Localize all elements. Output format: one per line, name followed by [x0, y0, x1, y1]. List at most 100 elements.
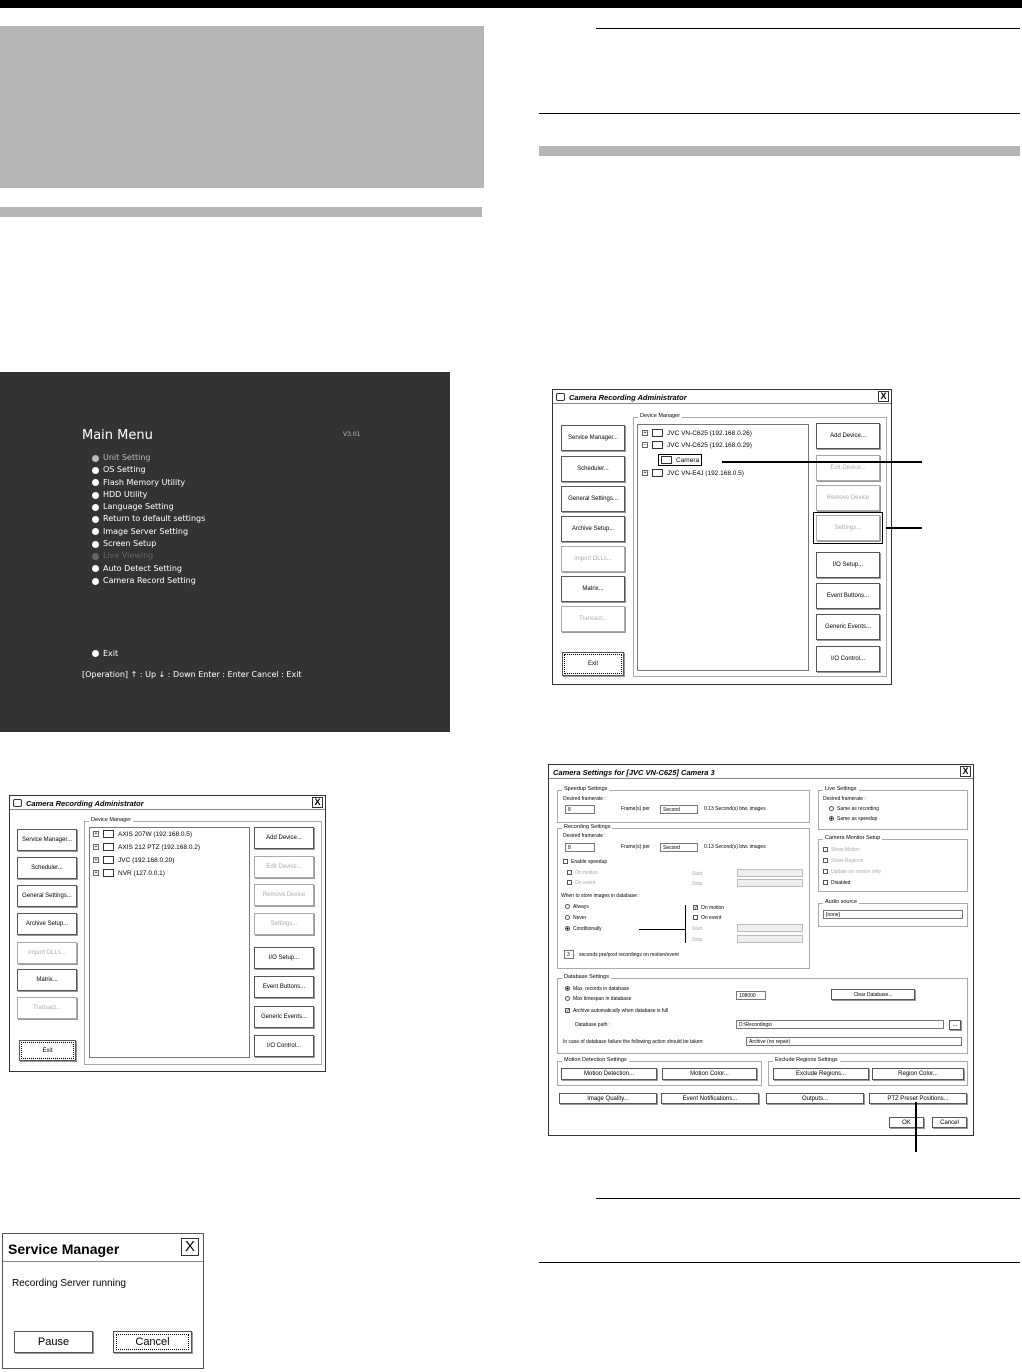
audio-source-select[interactable]: [none] — [823, 910, 963, 919]
menu-item[interactable]: HDD Utility — [92, 489, 205, 501]
close-icon[interactable]: X — [181, 1238, 199, 1256]
menu-item[interactable]: Camera Record Setting — [92, 575, 205, 587]
tree-item[interactable]: JVC VN-C625 (192.168.0.29) — [667, 442, 752, 449]
region-color-button[interactable]: Region Color... — [872, 1068, 964, 1080]
expand-icon: + — [642, 430, 648, 436]
archive-setup-button[interactable]: Archive Setup... — [17, 913, 77, 935]
tree-item[interactable]: JVC VN-C625 (192.168.0.26) — [667, 430, 752, 437]
label: Desired framerate : — [823, 796, 866, 802]
camera-icon — [661, 456, 672, 464]
on-motion-checkbox-cond[interactable]: ✓ On motion — [693, 905, 724, 911]
pre-post-seconds-input[interactable]: 3 — [564, 950, 574, 959]
close-icon[interactable]: X — [960, 766, 971, 777]
cancel-button[interactable]: Cancel — [113, 1331, 192, 1353]
max-records-radio[interactable]: Max. records in database — [565, 986, 629, 992]
pause-button[interactable]: Pause — [14, 1331, 93, 1353]
section-header-box — [0, 26, 484, 188]
camera-icon — [652, 429, 663, 437]
remove-device-button: Remove Device — [816, 485, 880, 511]
max-timespan-radio[interactable]: Max timespan in database — [565, 996, 631, 1002]
bullet-icon — [92, 503, 99, 511]
clear-database-button[interactable]: Clear Database... — [831, 989, 915, 1000]
generic-events-button[interactable]: Generic Events... — [816, 614, 880, 640]
archive-setup-button[interactable]: Archive Setup... — [561, 516, 625, 542]
ptz-preset-positions-button[interactable]: PTZ Preset Positions... — [869, 1093, 967, 1104]
menu-item[interactable]: Flash Memory Utility — [92, 477, 205, 489]
io-setup-button[interactable]: I/O Setup... — [816, 552, 880, 578]
matrix-button[interactable]: Matrix... — [17, 969, 77, 991]
io-control-button[interactable]: I/O Control... — [254, 1035, 314, 1057]
app-icon — [556, 393, 565, 401]
same-as-recording-radio[interactable]: Same as recording — [829, 806, 879, 812]
menu-item[interactable]: Image Server Setting — [92, 526, 205, 538]
scheduler-button[interactable]: Scheduler... — [17, 857, 77, 879]
disabled-checkbox[interactable]: Disabled — [823, 880, 850, 886]
on-event-checkbox-cond[interactable]: On event — [693, 915, 721, 921]
tree-item[interactable]: JVC VN-E4J (192.168.0.5) — [667, 470, 744, 477]
menu-exit[interactable]: Exit — [92, 649, 118, 658]
ok-button[interactable]: OK — [889, 1117, 924, 1128]
image-quality-button[interactable]: Image Quality... — [559, 1093, 657, 1104]
event-buttons-button[interactable]: Event Buttons... — [254, 976, 314, 998]
same-as-speedup-radio[interactable]: Same as speedup — [829, 816, 877, 822]
exit-button[interactable]: Exit — [562, 652, 624, 676]
add-device-button[interactable]: Add Device... — [254, 827, 314, 849]
exit-button[interactable]: Exit — [19, 1040, 76, 1061]
tree-item[interactable]: JVC (192.168.0.20) — [118, 857, 174, 864]
menu-item[interactable]: Return to default settings — [92, 513, 205, 525]
menu-item[interactable]: Auto Detect Setting — [92, 563, 205, 575]
failure-action-select[interactable]: Archive (no repair) — [746, 1037, 962, 1046]
outputs-button[interactable]: Outputs... — [766, 1093, 864, 1104]
conditionally-radio[interactable]: Conditionally — [565, 926, 602, 932]
menu-item[interactable]: Language Setting — [92, 501, 205, 513]
tree-item[interactable]: AXIS 212 PTZ (192.168.0.2) — [118, 844, 200, 851]
general-settings-button[interactable]: General Settings... — [17, 885, 77, 907]
device-tree[interactable]: + AXIS 207W (192.168.0.5) + AXIS 212 PTZ (… — [89, 827, 250, 1058]
speedup-unit-select[interactable]: Second — [660, 805, 698, 814]
main-menu-list: Unit Setting OS Setting Flash Memory Uti… — [92, 452, 205, 587]
tree-item[interactable]: NVR (127.0.0.1) — [118, 870, 165, 877]
tree-item[interactable]: Camera — [676, 457, 699, 464]
generic-events-button[interactable]: Generic Events... — [254, 1006, 314, 1028]
bullet-icon — [92, 491, 99, 499]
main-menu-screen: Main Menu V3.01 Unit Setting OS Setting … — [0, 372, 450, 732]
service-manager-dialog: Service Manager X Recording Server runni… — [2, 1233, 204, 1369]
exclude-regions-button[interactable]: Exclude Regions... — [773, 1068, 869, 1080]
bullet-icon — [92, 650, 99, 657]
menu-item[interactable]: Unit Setting — [92, 452, 205, 464]
matrix-button[interactable]: Matrix... — [561, 576, 625, 602]
tree-item[interactable]: AXIS 207W (192.168.0.5) — [118, 831, 192, 838]
io-control-button[interactable]: I/O Control... — [816, 646, 880, 672]
add-device-button[interactable]: Add Device... — [816, 423, 880, 449]
database-path-input[interactable]: D:\Recordings\ — [736, 1020, 944, 1029]
menu-item[interactable]: Screen Setup — [92, 538, 205, 550]
close-icon[interactable]: X — [312, 797, 323, 808]
event-notifications-button[interactable]: Event Notifications... — [661, 1093, 759, 1104]
recording-framerate-input[interactable]: 8 — [565, 843, 595, 852]
close-icon[interactable]: X — [878, 391, 889, 402]
version-label: V3.01 — [343, 431, 361, 438]
general-settings-button[interactable]: General Settings... — [561, 486, 625, 512]
service-manager-button[interactable]: Service Manager... — [561, 425, 625, 451]
always-radio[interactable]: Always — [565, 904, 589, 910]
motion-color-button[interactable]: Motion Color... — [662, 1068, 757, 1080]
camera-node-highlight[interactable]: Camera — [658, 454, 703, 466]
settings-button: Settings... — [254, 913, 314, 935]
io-setup-button[interactable]: I/O Setup... — [254, 947, 314, 969]
callout-line — [915, 1102, 917, 1152]
enable-speedup-checkbox[interactable]: Enable speedup — [563, 859, 607, 865]
motion-detection-button[interactable]: Motion Detection... — [561, 1068, 657, 1080]
event-buttons-button[interactable]: Event Buttons... — [816, 583, 880, 609]
settings-button: Settings... — [813, 512, 883, 544]
menu-item[interactable]: OS Setting — [92, 464, 205, 476]
cancel-button[interactable]: Cancel — [932, 1117, 967, 1128]
never-radio[interactable]: Never — [565, 915, 586, 921]
service-manager-button[interactable]: Service Manager... — [17, 829, 77, 851]
max-records-input[interactable]: 108000 — [736, 991, 766, 1000]
speedup-framerate-input[interactable]: 8 — [565, 805, 595, 814]
recording-unit-select[interactable]: Second — [660, 843, 698, 852]
browse-button[interactable]: ... — [949, 1020, 961, 1030]
bullet-icon — [92, 454, 99, 462]
scheduler-button[interactable]: Scheduler... — [561, 456, 625, 482]
archive-auto-checkbox[interactable]: ✓ Archive automatically when database is … — [565, 1008, 668, 1014]
